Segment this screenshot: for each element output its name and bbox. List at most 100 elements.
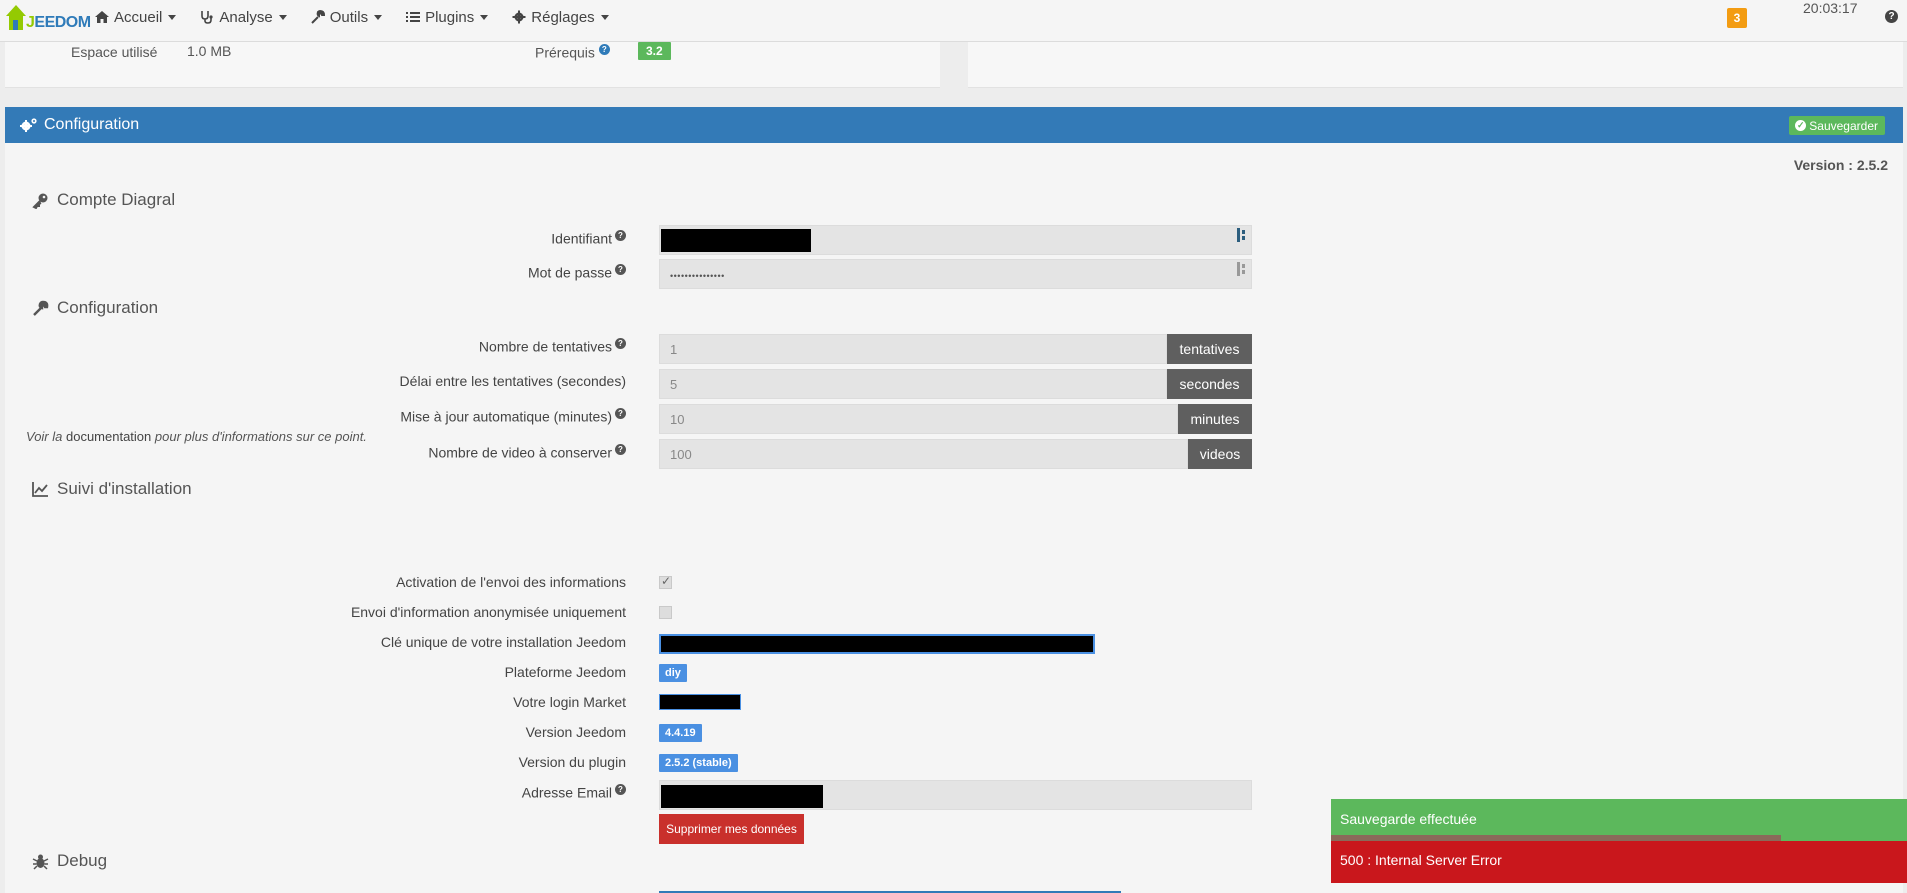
- chevron-down-icon: [600, 14, 609, 20]
- help-icon[interactable]: ?: [1885, 10, 1898, 23]
- send-info-row: Activation de l'envoi des informations: [0, 571, 626, 595]
- notification-count-badge[interactable]: 3: [1727, 8, 1747, 28]
- menu-analyse[interactable]: Analyse: [189, 0, 299, 34]
- home-icon: [95, 11, 109, 23]
- email-label: Adresse Email?: [522, 784, 626, 801]
- auto-update-label: Mise à jour automatique (minutes)?: [400, 408, 626, 425]
- attempts-unit: tentatives: [1167, 334, 1252, 364]
- help-icon[interactable]: ?: [615, 230, 626, 241]
- password-input[interactable]: •••••••••••••••: [659, 259, 1252, 289]
- wrench-icon: [311, 10, 325, 24]
- help-icon[interactable]: ?: [615, 264, 626, 275]
- menu-analyse-label: Analyse: [219, 8, 273, 26]
- configuration-header: Configuration ✓ Sauvegarder: [5, 107, 1903, 143]
- redacted-identifier: [661, 229, 811, 252]
- attempts-label: Nombre de tentatives?: [479, 338, 626, 355]
- send-info-checkbox[interactable]: [659, 574, 672, 589]
- list-icon: [406, 12, 421, 22]
- plugin-version-text: Version : 2.5.2: [1793, 157, 1888, 173]
- help-icon[interactable]: ?: [615, 444, 626, 455]
- prerequisites-label-text: Prérequis: [535, 44, 595, 61]
- prerequisites-badge: 3.2: [638, 42, 671, 60]
- section-configuration: Configuration: [32, 298, 158, 318]
- delay-row: Délai entre les tentatives (secondes): [0, 370, 626, 394]
- menu-plugins[interactable]: Plugins: [395, 0, 501, 34]
- platform-row: Plateforme Jeedom: [0, 661, 626, 685]
- section-debug: Debug: [32, 851, 107, 871]
- documentation-note: Voir la documentation pour plus d'inform…: [26, 429, 367, 444]
- documentation-link[interactable]: documentation: [66, 429, 151, 444]
- anonymous-row: Envoi d'information anonymisée uniquemen…: [0, 601, 626, 625]
- top-navbar: JEEDOM Accueil Analyse Outils Plugins Ré…: [0, 0, 1907, 42]
- delay-label: Délai entre les tentatives (secondes): [399, 373, 626, 389]
- identifier-label: Identifiant?: [551, 230, 626, 247]
- key-icon: [32, 193, 48, 209]
- section-debug-title: Debug: [57, 851, 108, 870]
- videos-input[interactable]: 100: [659, 439, 1188, 469]
- space-used-label: Espace utilisé: [71, 44, 158, 60]
- section-configuration-title: Configuration: [57, 298, 159, 317]
- main-menu: Accueil Analyse Outils Plugins Réglages: [84, 0, 622, 34]
- anonymous-label: Envoi d'information anonymisée uniquemen…: [350, 604, 626, 620]
- delay-unit: secondes: [1167, 369, 1252, 399]
- chevron-down-icon: [374, 14, 383, 20]
- configuration-title-text: Configuration: [44, 116, 140, 133]
- toast-progress-bar: [1331, 835, 1781, 841]
- chevron-down-icon: [168, 14, 177, 20]
- save-button[interactable]: ✓ Sauvegarder: [1789, 116, 1885, 135]
- password-row: Mot de passe?: [0, 261, 626, 285]
- auto-update-unit: minutes: [1178, 404, 1252, 434]
- email-row: Adresse Email?: [0, 781, 626, 805]
- anonymous-checkbox[interactable]: [659, 606, 672, 619]
- help-icon[interactable]: ?: [598, 44, 610, 55]
- plugin-version-badge: 2.5.2 (stable): [659, 754, 738, 772]
- password-manager-icon[interactable]: [1237, 262, 1247, 276]
- error-toast[interactable]: 500 : Internal Server Error: [1331, 841, 1907, 883]
- help-icon[interactable]: ?: [615, 338, 626, 349]
- jeedom-version-badge: 4.4.19: [659, 724, 702, 742]
- delete-data-button[interactable]: Supprimer mes données: [659, 814, 804, 844]
- identifier-row: Identifiant?: [0, 227, 626, 251]
- house-logo-icon: [6, 5, 26, 30]
- help-icon[interactable]: ?: [615, 784, 626, 795]
- market-login-row: Votre login Market: [0, 691, 626, 715]
- configuration-title: Configuration: [19, 116, 139, 134]
- auto-update-row: Mise à jour automatique (minutes)?: [0, 405, 626, 429]
- menu-reglages[interactable]: Réglages: [501, 0, 621, 34]
- delay-input[interactable]: 5: [659, 369, 1167, 399]
- plugin-version-label: Version du plugin: [518, 754, 626, 770]
- prerequisites-label: Prérequis ?: [535, 44, 610, 61]
- save-button-label: Sauvegarder: [1809, 118, 1878, 133]
- menu-accueil-label: Accueil: [114, 8, 163, 26]
- clock: 20:03:17: [1803, 0, 1858, 16]
- menu-outils-label: Outils: [329, 8, 369, 26]
- note-suffix: pour plus d'informations sur ce point.: [151, 429, 367, 444]
- space-used-value: 1.0 MB: [187, 43, 232, 59]
- attempts-input[interactable]: 1: [659, 334, 1167, 364]
- platform-badge: diy: [659, 664, 687, 682]
- jeedom-version-row: Version Jeedom: [0, 721, 626, 745]
- help-icon[interactable]: ?: [615, 408, 626, 419]
- videos-unit: videos: [1188, 439, 1252, 469]
- redacted-market-login: [659, 694, 741, 710]
- menu-accueil[interactable]: Accueil: [84, 0, 189, 34]
- redacted-email: [661, 785, 823, 808]
- auto-update-input[interactable]: 10: [659, 404, 1178, 434]
- platform-label: Plateforme Jeedom: [504, 664, 626, 680]
- chevron-down-icon: [278, 14, 287, 20]
- section-tracking: Suivi d'installation: [32, 479, 192, 499]
- line-chart-icon: [32, 481, 48, 497]
- stethoscope-icon: [201, 11, 213, 24]
- install-key-label: Clé unique de votre installation Jeedom: [380, 634, 626, 650]
- password-manager-icon[interactable]: [1237, 228, 1247, 242]
- market-login-label: Votre login Market: [513, 694, 626, 710]
- menu-outils[interactable]: Outils: [300, 0, 395, 34]
- section-account: Compte Diagral: [32, 190, 175, 210]
- menu-plugins-label: Plugins: [425, 8, 475, 26]
- jeedom-version-label: Version Jeedom: [525, 724, 626, 740]
- attempts-row: Nombre de tentatives?: [0, 335, 626, 359]
- info-panel: Espace utilisé 1.0 MB Prérequis ? 3.2: [5, 41, 940, 88]
- jeedom-logo[interactable]: JEEDOM: [4, 2, 91, 36]
- wrench-icon: [33, 300, 49, 316]
- chevron-down-icon: [480, 14, 489, 20]
